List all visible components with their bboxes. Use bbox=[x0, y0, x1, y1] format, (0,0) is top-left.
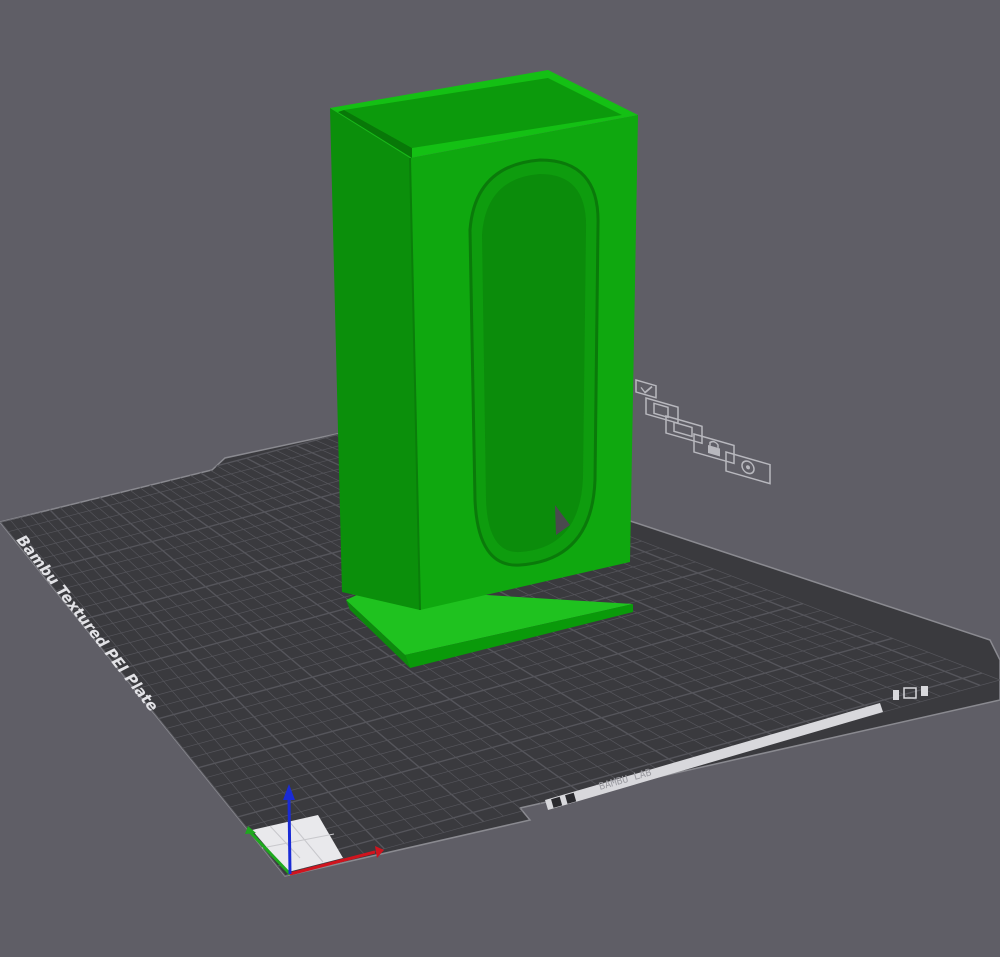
model-side-face bbox=[330, 108, 420, 610]
image-icon[interactable] bbox=[645, 397, 679, 425]
plate-marker-icons[interactable] bbox=[635, 379, 771, 485]
3d-viewport[interactable]: BAMBU LAB Bambu Textured PEI Plate bbox=[0, 0, 1000, 957]
checkbox-icon[interactable] bbox=[635, 379, 657, 399]
settings-icon[interactable] bbox=[725, 451, 771, 485]
z-axis-line bbox=[287, 797, 292, 875]
scene-canvas[interactable]: BAMBU LAB Bambu Textured PEI Plate bbox=[0, 0, 1000, 957]
model-slot-inner bbox=[482, 174, 587, 553]
layers-icon[interactable] bbox=[665, 415, 703, 445]
lock-icon[interactable] bbox=[693, 433, 735, 465]
